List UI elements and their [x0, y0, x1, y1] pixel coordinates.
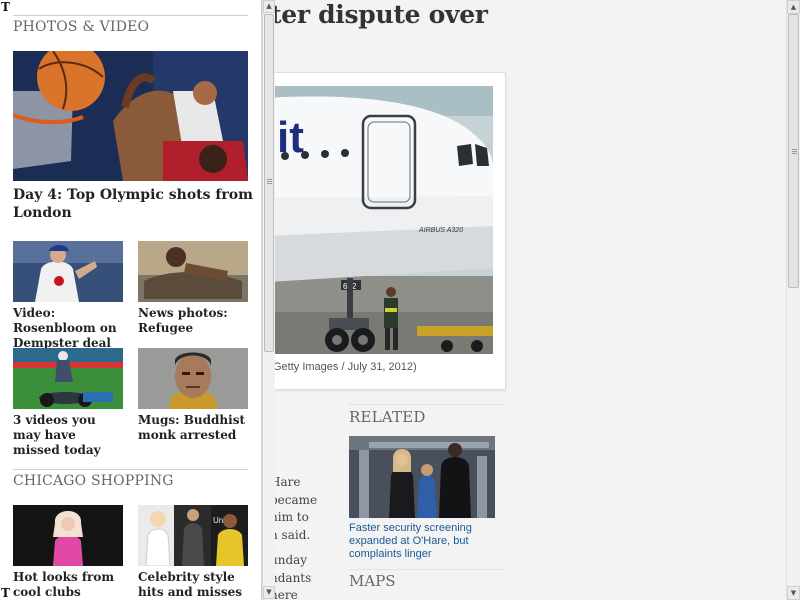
scroll-up-icon[interactable]: ▲: [787, 0, 800, 14]
thumb-caption[interactable]: 3 videos you may have missed today: [13, 413, 125, 458]
celebrity-photo: Uni: [138, 505, 248, 566]
article-text-line: n said.: [270, 527, 311, 542]
page-scrollbar[interactable]: ▲ ▼: [786, 0, 800, 600]
chicago-shopping-title: CHICAGO SHOPPING: [13, 473, 174, 489]
photos-overlay-panel: T PHOTOS & VIDEO Day 4: Top Olympic shot…: [0, 0, 262, 600]
videos-image[interactable]: [13, 348, 123, 409]
thumb-item-videos[interactable]: 3 videos you may have missed today: [13, 348, 125, 458]
airline-livery-text: it: [277, 113, 304, 162]
tribune-logo-icon: T: [1, 0, 10, 14]
airplane-illustration: it AIRBUS A320 602: [267, 86, 493, 354]
refugee-image[interactable]: [138, 241, 248, 302]
thumb-item-refugee[interactable]: News photos: Refugee: [138, 241, 250, 336]
airplane-photo[interactable]: it AIRBUS A320 602: [267, 86, 493, 354]
thumb-caption[interactable]: News photos: Refugee: [138, 306, 250, 336]
celebrity-style-image[interactable]: Uni: [138, 505, 248, 566]
baseball-player-image[interactable]: [13, 241, 123, 302]
thumb-caption[interactable]: Mugs: Buddhist monk arrested: [138, 413, 250, 443]
article-body-text: Hare became him to n said. unday ndants …: [270, 474, 320, 600]
clubwear-photo: [13, 505, 123, 566]
tribune-logo-icon: T: [1, 586, 10, 600]
thumb-item-celebrity-style[interactable]: Uni Celebrity style hits and misses: [138, 505, 250, 600]
baseball-photo: [13, 241, 123, 302]
maps-link-peek[interactable]: [349, 594, 505, 600]
thumb-caption[interactable]: Video: Rosenbloom on Dempster deal: [13, 306, 125, 351]
basketball-photo: [13, 51, 248, 181]
mugshot-image[interactable]: [138, 348, 248, 409]
related-title: RELATED: [349, 408, 426, 426]
refugee-photo: [138, 241, 248, 302]
article-text-line: ndants: [270, 570, 312, 585]
thumb-item-hot-looks[interactable]: Hot looks from cool clubs: [13, 505, 125, 600]
article-text-line: became: [270, 492, 318, 507]
scroll-down-icon[interactable]: ▼: [787, 586, 800, 600]
article-photo-card: it AIRBUS A320 602: [266, 72, 506, 390]
article-text-line: Hare: [270, 475, 301, 489]
browser-page: ter dispute over it AIRBUS A320 Getty Im…: [0, 0, 800, 600]
mugshot-photo: [138, 348, 248, 409]
article-headline: ter dispute over: [270, 0, 488, 29]
thumb-item-mugs[interactable]: Mugs: Buddhist monk arrested: [138, 348, 250, 443]
related-sidebar: RELATED Faster security screening expand…: [349, 404, 505, 600]
thumb-caption[interactable]: Hot looks from cool clubs: [13, 570, 125, 600]
scroll-down-icon[interactable]: ▼: [263, 586, 275, 599]
aircraft-model-text: AIRBUS A320: [418, 227, 463, 234]
thumb-caption[interactable]: Celebrity style hits and misses: [138, 570, 250, 600]
hot-looks-image[interactable]: [13, 505, 123, 566]
maps-section: MAPS: [349, 569, 505, 600]
motocross-photo: [13, 348, 123, 409]
security-screening-photo: [349, 436, 495, 518]
related-story-link[interactable]: Faster security screening expanded at O'…: [349, 522, 499, 561]
photo-credit: Getty Images / July 31, 2012): [273, 361, 417, 373]
panel-scrollbar[interactable]: ▲ ▼: [262, 0, 275, 600]
article-text-line: him to: [270, 510, 309, 524]
scroll-up-icon[interactable]: ▲: [263, 0, 275, 13]
olympic-hero-caption[interactable]: Day 4: Top Olympic shots from London: [13, 186, 253, 222]
chicago-shopping-header: CHICAGO SHOPPING: [13, 469, 248, 489]
olympic-hero-image[interactable]: [13, 51, 248, 181]
photos-video-title: PHOTOS & VIDEO: [13, 19, 150, 35]
panel-scrollbar-thumb[interactable]: [264, 14, 274, 352]
related-story-image[interactable]: [349, 436, 495, 518]
page-scrollbar-thumb[interactable]: [788, 14, 799, 288]
article-text-line: unday: [270, 553, 308, 567]
photos-video-header: PHOTOS & VIDEO: [13, 15, 248, 35]
maps-title: MAPS: [349, 572, 396, 590]
article-text-line: here: [270, 588, 298, 600]
thumb-item-rosenbloom[interactable]: Video: Rosenbloom on Dempster deal: [13, 241, 125, 351]
